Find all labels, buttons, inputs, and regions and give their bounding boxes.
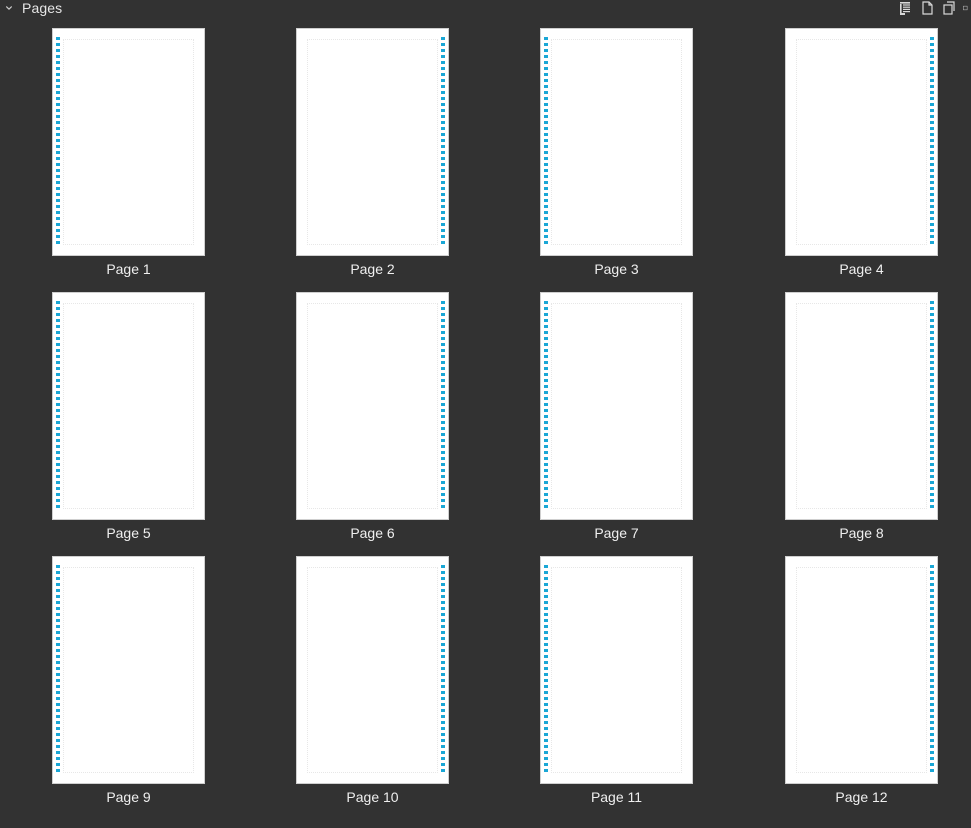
page-thumbnail[interactable] [52, 292, 205, 520]
page-tile[interactable]: Page 2 [296, 28, 449, 280]
page-margin-guide [307, 303, 438, 509]
page-margin-guide [551, 39, 682, 245]
page-spine-indicator [56, 565, 60, 773]
page-margin-guide [796, 567, 927, 773]
page-margin-guide [551, 303, 682, 509]
page-tile[interactable]: Page 5 [52, 292, 205, 544]
page-spine-indicator [441, 565, 445, 773]
page-label: Page 1 [106, 261, 151, 277]
page-tile[interactable]: Page 6 [296, 292, 449, 544]
page-thumbnail[interactable] [540, 556, 693, 784]
page-tile[interactable]: Page 12 [785, 556, 938, 808]
page-label: Page 10 [346, 789, 399, 805]
page-spine-indicator [56, 301, 60, 509]
page-margin-guide [63, 567, 194, 773]
page-margin-guide [307, 567, 438, 773]
page-spine-indicator [441, 37, 445, 245]
page-margin-guide [63, 39, 194, 245]
page-thumbnail[interactable] [52, 556, 205, 784]
page-label: Page 3 [594, 261, 639, 277]
page-label: Page 7 [594, 525, 639, 541]
page-spine-indicator [930, 565, 934, 773]
page-label: Page 8 [839, 525, 884, 541]
page-tile[interactable]: Page 7 [540, 292, 693, 544]
page-margin-guide [307, 39, 438, 245]
page-thumbnail-grid: Page 1 Page 2 Page 3 Page 4 Page 5 Page 6 Page… [0, 0, 971, 828]
page-thumbnail[interactable] [296, 28, 449, 256]
page-margin-guide [796, 303, 927, 509]
page-margin-guide [796, 39, 927, 245]
page-thumbnail[interactable] [785, 556, 938, 784]
page-thumbnail[interactable] [296, 292, 449, 520]
page-spine-indicator [56, 37, 60, 245]
page-tile[interactable]: Page 1 [52, 28, 205, 280]
page-tile[interactable]: Page 8 [785, 292, 938, 544]
page-margin-guide [551, 567, 682, 773]
page-spine-indicator [544, 565, 548, 773]
page-tile[interactable]: Page 4 [785, 28, 938, 280]
page-spine-indicator [441, 301, 445, 509]
page-tile[interactable]: Page 11 [540, 556, 693, 808]
page-label: Page 5 [106, 525, 151, 541]
pages-panel: Pages Page 1 Page 2 Page 3 Page 4 Page 5… [0, 0, 971, 828]
page-thumbnail[interactable] [785, 28, 938, 256]
page-thumbnail[interactable] [785, 292, 938, 520]
page-spine-indicator [930, 37, 934, 245]
page-label: Page 9 [106, 789, 151, 805]
page-spine-indicator [930, 301, 934, 509]
page-label: Page 6 [350, 525, 395, 541]
page-label: Page 12 [835, 789, 888, 805]
page-spine-indicator [544, 37, 548, 245]
page-margin-guide [63, 303, 194, 509]
page-thumbnail[interactable] [296, 556, 449, 784]
page-label: Page 11 [590, 789, 643, 805]
page-tile[interactable]: Page 9 [52, 556, 205, 808]
page-tile[interactable]: Page 3 [540, 28, 693, 280]
page-label: Page 2 [350, 261, 395, 277]
page-spine-indicator [544, 301, 548, 509]
page-thumbnail[interactable] [540, 28, 693, 256]
page-thumbnail[interactable] [540, 292, 693, 520]
page-label: Page 4 [839, 261, 884, 277]
page-thumbnail[interactable] [52, 28, 205, 256]
page-tile[interactable]: Page 10 [296, 556, 449, 808]
